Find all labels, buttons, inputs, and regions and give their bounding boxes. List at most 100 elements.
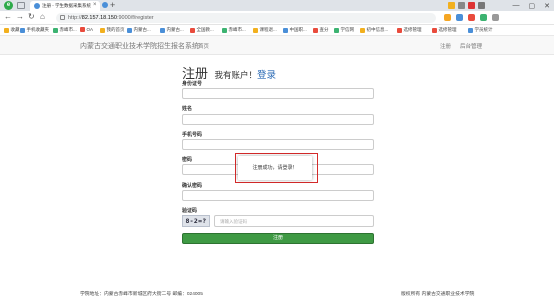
bookmark-item[interactable]: 赤峰市... — [222, 27, 246, 33]
captcha-label: 验证码 — [182, 208, 198, 214]
bookmark-item[interactable]: 赤峰市... — [53, 27, 77, 33]
close-window-icon[interactable]: ✕ — [544, 2, 550, 10]
bookmarks-bar: 收藏 手机收藏夹 赤峰市... OA 我的首页 内蒙古... 内蒙古... 全国教... 赤峰市… — [0, 25, 554, 36]
nav-link-home[interactable]: 首页 — [198, 42, 209, 50]
bookmark-icon — [190, 27, 195, 33]
confirm-password-label: 确认密码 — [182, 183, 203, 189]
bookmark-label: 手机收藏夹 — [26, 27, 50, 32]
bookmark-item[interactable]: 收藏 — [4, 27, 20, 33]
bookmark-label: 内蒙古... — [133, 27, 151, 32]
phone-label: 手机号码 — [182, 132, 203, 138]
bookmark-icon — [360, 27, 365, 33]
bookmark-label: 内蒙古... — [166, 27, 184, 32]
browser-extension-icons — [448, 2, 485, 9]
page-title: 注册 — [182, 66, 209, 81]
extension-icon[interactable] — [478, 2, 485, 9]
bookmark-item[interactable]: 初中信息... — [360, 27, 388, 33]
extension-icon[interactable] — [444, 14, 451, 21]
reload-icon[interactable]: ↻ — [28, 12, 35, 21]
confirm-password-input[interactable] — [182, 190, 374, 201]
bookmark-label: 我的首页 — [106, 27, 125, 32]
url-input[interactable]: http://82.157.18.150:9000/f/register — [56, 13, 436, 23]
back-icon[interactable]: ← — [4, 12, 12, 21]
bookmark-icon — [468, 27, 473, 33]
captcha-placeholder: 请输入验证码 — [220, 219, 247, 224]
minimize-icon[interactable]: — — [513, 2, 520, 9]
bookmark-label: 全国教... — [196, 27, 214, 32]
bookmark-icon — [222, 27, 227, 33]
bookmark-label: 初中信息... — [366, 27, 389, 32]
bookmark-icon — [283, 27, 288, 33]
menu-icon[interactable] — [492, 14, 499, 21]
url-host: 82.157.18.150 — [81, 14, 117, 21]
bookmark-item[interactable]: 全国教... — [190, 27, 214, 33]
site-brand[interactable]: 内蒙古交通职业技术学院招生报名系统 — [80, 41, 199, 51]
password-label: 密码 — [182, 157, 193, 163]
bookmark-item[interactable]: 内蒙古... — [127, 27, 151, 33]
browser-tab-strip: e 注册 - 学生数据采集系统 × + — ▢ ✕ — [0, 0, 554, 11]
bookmark-label: 学信网 — [340, 27, 355, 32]
toolbar-icons — [444, 14, 499, 21]
bookmark-icon — [100, 27, 105, 33]
extension-icon[interactable] — [448, 2, 455, 9]
window-controls: — ▢ ✕ — [513, 0, 551, 11]
id-number-label: 身份证号 — [182, 81, 203, 87]
site-navbar: 内蒙古交通职业技术学院招生报名系统 首页 注册 后台管理 — [0, 36, 554, 55]
bookmark-icon — [334, 27, 339, 33]
browser-tab-second[interactable] — [101, 2, 109, 10]
extension-icon[interactable] — [458, 2, 465, 9]
captcha-image[interactable]: 8-2=? — [182, 215, 210, 227]
tab-list-icon[interactable] — [17, 2, 25, 9]
bookmark-item[interactable]: 课程退... — [253, 27, 277, 33]
name-input[interactable] — [182, 114, 374, 125]
bookmark-label: 赤峰市... — [59, 27, 77, 32]
tab-title: 注册 - 学生数据采集系统 — [42, 3, 91, 8]
tab-close-icon[interactable]: × — [93, 2, 97, 8]
browser-logo-icon[interactable]: e — [4, 1, 13, 10]
bookmark-icon — [253, 27, 258, 33]
home-icon[interactable]: ⌂ — [40, 12, 45, 21]
bookmark-item[interactable]: 内蒙古... — [160, 27, 184, 33]
extension-icon[interactable] — [480, 14, 487, 21]
bookmark-label: 查分 — [319, 27, 329, 32]
bookmark-item[interactable]: OA — [80, 27, 93, 32]
alert-highlight-box: 注册成功，请登录！ — [235, 153, 318, 183]
extension-icon[interactable] — [456, 14, 463, 21]
new-tab-icon[interactable]: + — [110, 0, 115, 10]
extension-icon[interactable] — [468, 2, 475, 9]
bookmark-item[interactable]: 学员统计 — [468, 27, 493, 33]
bookmark-item[interactable]: 手机收藏夹 — [20, 27, 49, 33]
bookmark-item[interactable]: 选修管理 — [432, 27, 457, 33]
bookmark-label: 赤峰市... — [228, 27, 246, 32]
phone-input[interactable] — [182, 139, 374, 150]
bookmark-item[interactable]: 我的首页 — [100, 27, 125, 33]
security-info-icon[interactable] — [60, 15, 65, 20]
extension-icon[interactable] — [468, 14, 475, 21]
success-alert-dialog[interactable]: 注册成功，请登录！ — [238, 156, 312, 180]
browser-tab-active[interactable]: 注册 - 学生数据采集系统 × — [30, 1, 100, 11]
name-label: 姓名 — [182, 106, 193, 112]
bookmark-item[interactable]: 选修管理 — [397, 27, 422, 33]
url-scheme: http:// — [68, 14, 82, 21]
bookmark-icon — [160, 27, 165, 33]
bookmark-label: 学员统计 — [474, 27, 493, 32]
id-number-input[interactable] — [182, 88, 374, 99]
alert-message: 注册成功，请登录！ — [252, 165, 298, 171]
nav-link-admin[interactable]: 后台管理 — [460, 42, 482, 50]
bookmark-label: 选修管理 — [438, 27, 457, 32]
bookmark-item[interactable]: 中国职... — [283, 27, 307, 33]
bookmark-label: 中国职... — [289, 27, 307, 32]
maximize-icon[interactable]: ▢ — [529, 2, 536, 10]
bookmark-icon — [80, 27, 85, 32]
nav-link-register[interactable]: 注册 — [440, 42, 451, 50]
forward-icon[interactable]: → — [16, 12, 24, 21]
bookmark-label: 课程退... — [259, 27, 277, 32]
bookmark-item[interactable]: 学信网 — [334, 27, 354, 33]
bookmark-label: 收藏 — [10, 27, 20, 32]
bookmark-icon — [313, 27, 318, 33]
bookmark-icon — [20, 27, 25, 33]
bookmark-item[interactable]: 查分 — [313, 27, 329, 33]
captcha-input[interactable]: 请输入验证码 — [214, 215, 374, 227]
register-submit-button[interactable]: 注册 — [182, 233, 374, 244]
login-link[interactable]: 登录 — [257, 70, 276, 81]
